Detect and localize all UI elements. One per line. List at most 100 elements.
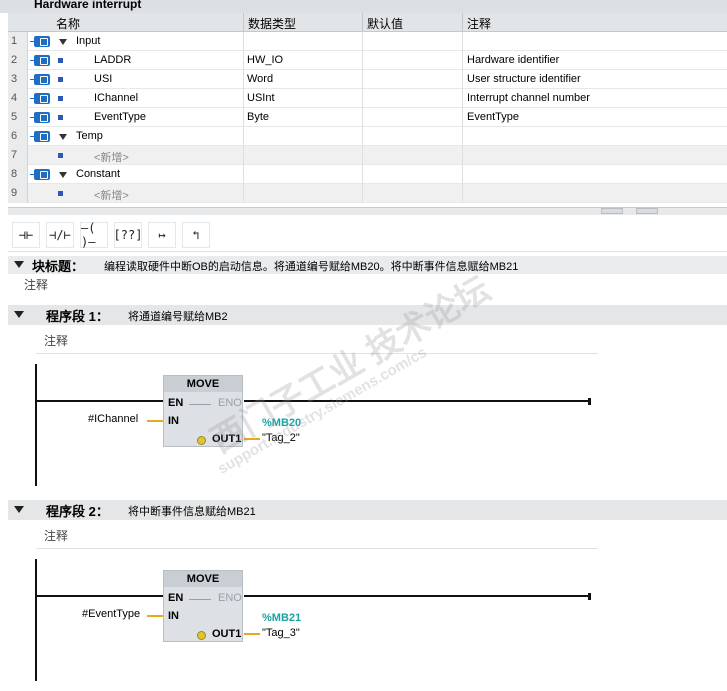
table-row[interactable]: 7 <新增> <box>8 146 727 165</box>
network-title[interactable]: 将中断事件信息赋给MB21 <box>128 503 256 519</box>
table-row[interactable]: 1 Input <box>8 32 727 51</box>
table-row[interactable]: 3 USI Word User structure identifier <box>8 70 727 89</box>
row-comment[interactable]: User structure identifier <box>467 73 581 85</box>
input-param[interactable]: #EventType <box>82 608 140 620</box>
member-bullet-icon <box>58 191 63 196</box>
row-number: 2 <box>8 51 28 70</box>
member-bullet-icon <box>58 153 63 158</box>
collapse-triangle-icon[interactable] <box>59 172 67 178</box>
move-box-title: MOVE <box>164 376 242 392</box>
row-datatype[interactable]: Word <box>247 73 273 85</box>
row-name[interactable]: IChannel <box>94 92 138 104</box>
row-comment[interactable]: Interrupt channel number <box>467 92 590 104</box>
block-comment[interactable]: 注释 <box>24 276 48 293</box>
network-label: 程序段 1： <box>46 309 109 324</box>
network-title[interactable]: 将通道编号赋给MB2 <box>128 308 228 324</box>
block-name: Hardware interrupt <box>34 0 142 11</box>
block-title-header: 块标题： 编程读取硬件中断OB的启动信息。将通道编号赋给MB20。将中断事件信息… <box>8 256 727 274</box>
network-comment[interactable]: 注释 <box>36 523 598 549</box>
member-bullet-icon <box>58 58 63 63</box>
rung-wire <box>37 595 163 597</box>
interface-pin-icon <box>30 36 50 47</box>
block-title-text[interactable]: 编程读取硬件中断OB的启动信息。将通道编号赋给MB20。将中断事件信息赋给MB2… <box>104 258 518 274</box>
input-param[interactable]: #IChannel <box>88 413 138 425</box>
collapse-triangle-icon[interactable] <box>14 261 24 268</box>
header-comment[interactable]: 注释 <box>467 15 491 32</box>
network-comment[interactable]: 注释 <box>36 328 598 354</box>
rung-end <box>588 593 591 600</box>
row-name[interactable]: Input <box>76 35 100 47</box>
network-label: 程序段 2： <box>46 504 109 519</box>
no-contact-button[interactable]: ⊣⊢ <box>12 222 40 248</box>
add-new-row[interactable]: <新增> <box>94 187 129 203</box>
collapse-triangle-icon[interactable] <box>14 506 24 513</box>
row-name[interactable]: EventType <box>94 111 146 123</box>
output-wire <box>244 633 260 635</box>
header-name[interactable]: 名称 <box>56 15 80 32</box>
table-row[interactable]: 9 <新增> <box>8 184 727 203</box>
header-default[interactable]: 默认值 <box>367 15 403 32</box>
table-row[interactable]: 2 LADDR HW_IO Hardware identifier <box>8 51 727 70</box>
output-address[interactable]: %MB21 <box>262 612 301 624</box>
row-number: 1 <box>8 32 28 51</box>
row-datatype[interactable]: HW_IO <box>247 54 283 66</box>
row-number: 3 <box>8 70 28 89</box>
collapse-triangle-icon[interactable] <box>59 134 67 140</box>
input-wire <box>147 615 163 617</box>
table-row[interactable]: 4 IChannel USInt Interrupt channel numbe… <box>8 89 727 108</box>
row-comment[interactable]: Hardware identifier <box>467 54 559 66</box>
table-row[interactable]: 6 Temp <box>8 127 727 146</box>
row-datatype[interactable]: Byte <box>247 111 269 123</box>
row-number: 9 <box>8 184 28 203</box>
pin-en: EN <box>168 592 184 604</box>
table-row[interactable]: 5 EventType Byte EventType <box>8 108 727 127</box>
row-number: 8 <box>8 165 28 184</box>
row-datatype[interactable]: USInt <box>247 92 275 104</box>
sparkle-icon <box>197 631 206 640</box>
interface-pin-icon <box>30 74 50 85</box>
splitter-up-button[interactable] <box>601 208 623 214</box>
row-number: 7 <box>8 146 28 165</box>
pin-in: IN <box>168 415 179 427</box>
splitter-down-button[interactable] <box>636 208 658 214</box>
nc-contact-button[interactable]: ⊣/⊢ <box>46 222 74 248</box>
row-name[interactable]: LADDR <box>94 54 131 66</box>
move-box[interactable]: MOVE EN ENO IN OUT1 <box>163 570 243 642</box>
row-comment[interactable]: EventType <box>467 111 519 123</box>
network-comment-text[interactable]: 注释 <box>44 332 68 349</box>
block-title-bar: Hardware interrupt <box>0 0 727 13</box>
close-branch-button[interactable]: ↰ <box>182 222 210 248</box>
internal-line <box>189 599 211 600</box>
move-box[interactable]: MOVE EN ENO IN OUT1 <box>163 375 243 447</box>
rung-wire <box>244 400 589 402</box>
network-1-header: 程序段 1： 将通道编号赋给MB2 <box>8 305 727 325</box>
member-bullet-icon <box>58 115 63 120</box>
open-branch-button[interactable]: ↦ <box>148 222 176 248</box>
watermark-url: support.industry.siemens.com/cs <box>215 343 430 478</box>
row-name[interactable]: Temp <box>76 130 103 142</box>
power-rail <box>35 559 37 681</box>
row-name[interactable]: Constant <box>76 168 120 180</box>
rung-wire <box>244 595 589 597</box>
row-name[interactable]: USI <box>94 73 112 85</box>
output-tag[interactable]: "Tag_3" <box>262 627 300 639</box>
pin-out1: OUT1 <box>212 628 242 640</box>
interface-pin-icon <box>30 55 50 66</box>
table-header: 名称 数据类型 默认值 注释 <box>8 13 727 32</box>
header-datatype[interactable]: 数据类型 <box>248 15 296 32</box>
collapse-triangle-icon[interactable] <box>59 39 67 45</box>
output-tag[interactable]: "Tag_2" <box>262 432 300 444</box>
pin-out1: OUT1 <box>212 433 242 445</box>
row-number: 5 <box>8 108 28 127</box>
interface-pin-icon <box>30 93 50 104</box>
output-address[interactable]: %MB20 <box>262 417 301 429</box>
collapse-triangle-icon[interactable] <box>14 311 24 318</box>
pin-in: IN <box>168 610 179 622</box>
row-number: 4 <box>8 89 28 108</box>
empty-box-button[interactable]: [??] <box>114 222 142 248</box>
table-row[interactable]: 8 Constant <box>8 165 727 184</box>
add-new-row[interactable]: <新增> <box>94 149 129 165</box>
member-bullet-icon <box>58 96 63 101</box>
coil-button[interactable]: –( )– <box>80 221 108 249</box>
network-comment-text[interactable]: 注释 <box>44 527 68 544</box>
